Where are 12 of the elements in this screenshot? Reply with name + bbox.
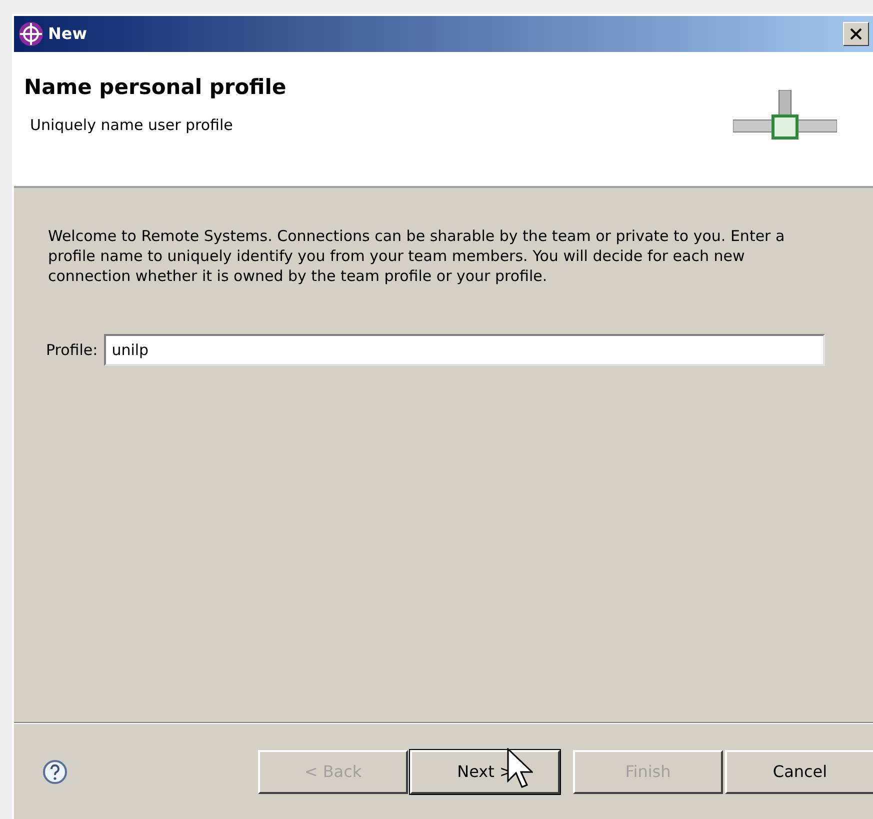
profile-label: Profile: (46, 340, 98, 361)
app-logo-icon (18, 21, 44, 47)
help-icon[interactable] (42, 759, 68, 785)
profile-field[interactable]: unilp (104, 334, 825, 366)
close-icon (850, 28, 862, 40)
description-text: Welcome to Remote Systems. Connections can be sharable by the team or private to you. Enter a profile name to uniquely identify you from your team members. You will decide for each new connection whether it is owned by the team profile or your profile. (47, 226, 786, 286)
close-button[interactable] (843, 22, 869, 46)
page-subtitle: Uniquely name user profile (30, 114, 233, 136)
page-title: Name personal profile (24, 74, 286, 101)
dialog-button[interactable]: Cancel (725, 750, 873, 794)
mouse-cursor-icon (507, 748, 533, 790)
window-title: New (48, 23, 88, 45)
